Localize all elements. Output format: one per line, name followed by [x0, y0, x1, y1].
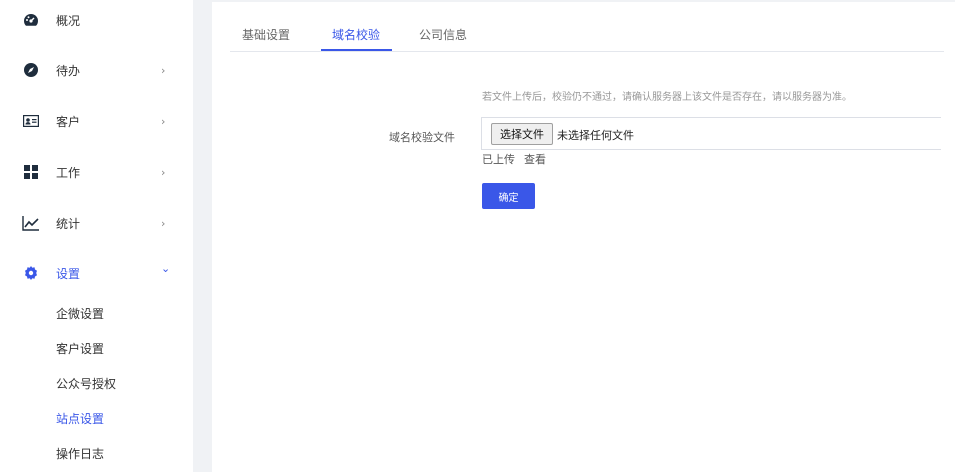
grid-icon — [22, 163, 40, 181]
sidebar-item-label: 统计 — [56, 216, 81, 231]
sidebar-subitem-wecom-settings[interactable]: 企微设置 — [0, 298, 193, 328]
chevron-right-icon: › — [161, 63, 166, 77]
sidebar-item-label: 设置 — [56, 266, 81, 281]
sidebar-item-label: 客户 — [56, 114, 81, 129]
gear-icon — [22, 264, 40, 282]
choose-file-button[interactable]: 选择文件 — [491, 123, 553, 145]
sidebar-subitem-site-settings[interactable]: 站点设置 — [0, 403, 193, 433]
sidebar-subitem-label: 企微设置 — [56, 306, 105, 321]
tab-bar: 基础设置 域名校验 公司信息 — [230, 2, 944, 52]
chevron-right-icon: › — [161, 216, 166, 230]
uploaded-text: 已上传 — [482, 153, 515, 166]
sidebar-item-work[interactable]: 工作 › — [0, 152, 193, 192]
hint-text: 若文件上传后，校验仍不通过，请确认服务器上该文件是否存在，请以服务器为准。 — [482, 92, 852, 103]
contact-card-icon — [22, 112, 40, 130]
chevron-right-icon: › — [161, 165, 166, 179]
sidebar-item-label: 待办 — [56, 63, 81, 78]
view-link[interactable]: 查看 — [524, 151, 546, 167]
chevron-down-icon: ⌄ — [161, 262, 171, 275]
tab-basic-settings[interactable]: 基础设置 — [242, 26, 290, 43]
file-input[interactable]: 选择文件 未选择任何文件 — [481, 117, 941, 150]
line-chart-icon — [22, 214, 40, 232]
sidebar-subitem-label: 站点设置 — [56, 411, 105, 426]
sidebar-subitem-label: 公众号授权 — [56, 376, 117, 391]
tab-company-info[interactable]: 公司信息 — [419, 26, 467, 43]
chevron-right-icon: › — [161, 114, 166, 128]
sidebar-subitem-operation-log[interactable]: 操作日志 — [0, 438, 193, 468]
sidebar-item-todo[interactable]: 待办 › — [0, 50, 193, 90]
dashboard-icon — [22, 11, 40, 29]
active-tab-indicator — [321, 49, 392, 51]
sidebar-item-label: 工作 — [56, 165, 81, 180]
field-label: 域名校验文件 — [389, 131, 455, 144]
sidebar-subitem-official-account[interactable]: 公众号授权 — [0, 368, 193, 398]
sidebar: 概况 待办 › 客户 › 工作 › 统计 › 设置 ⌄ 企微设置 客户设置 公众… — [0, 0, 193, 472]
confirm-button[interactable]: 确定 — [482, 183, 535, 209]
sidebar-subitem-label: 操作日志 — [56, 446, 105, 461]
sidebar-item-settings[interactable]: 设置 ⌄ — [0, 253, 193, 293]
tab-domain-verification[interactable]: 域名校验 — [332, 26, 380, 43]
sidebar-item-statistics[interactable]: 统计 › — [0, 203, 193, 243]
compass-icon — [22, 61, 40, 79]
sidebar-item-label: 概况 — [56, 13, 81, 28]
sidebar-item-customer[interactable]: 客户 › — [0, 101, 193, 141]
sidebar-item-overview[interactable]: 概况 — [0, 0, 193, 40]
sidebar-subitem-customer-settings[interactable]: 客户设置 — [0, 333, 193, 363]
main-panel: 基础设置 域名校验 公司信息 若文件上传后，校验仍不通过，请确认服务器上该文件是… — [212, 2, 955, 472]
file-status: 未选择任何文件 — [557, 129, 634, 142]
sidebar-subitem-label: 客户设置 — [56, 341, 105, 356]
